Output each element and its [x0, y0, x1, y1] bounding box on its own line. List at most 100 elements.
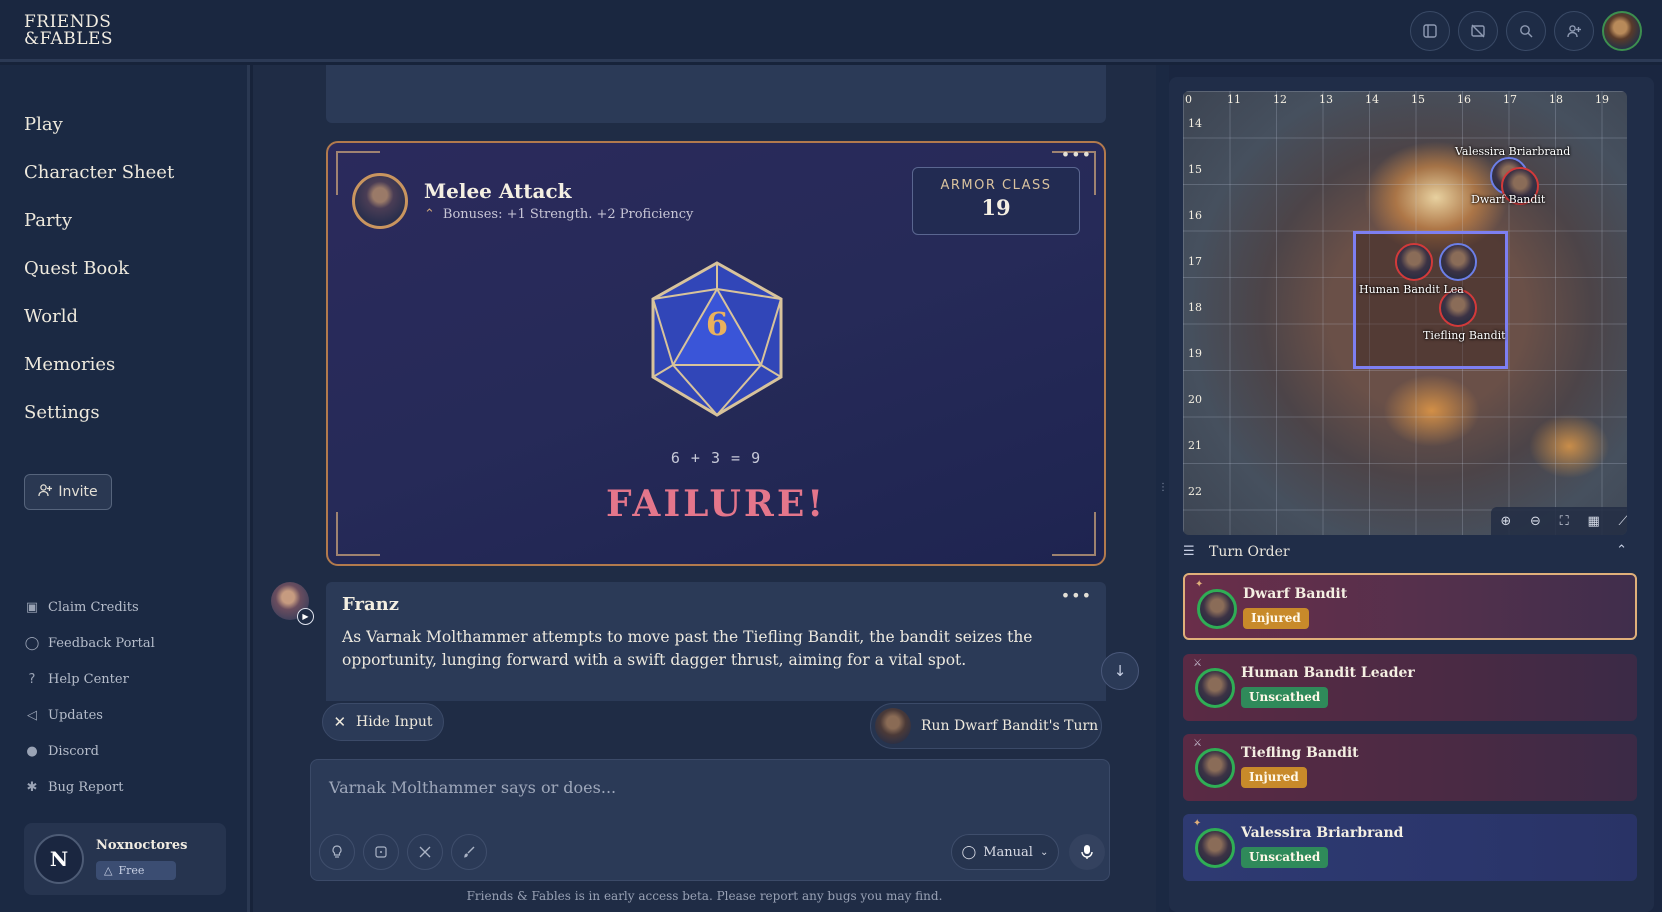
link-claim-credits[interactable]: ▣ Claim Credits — [24, 589, 155, 625]
run-turn-button[interactable]: Run Dwarf Bandit's Turn — [870, 703, 1102, 749]
hide-input-button[interactable]: ✕ Hide Input — [322, 703, 444, 741]
link-bug-report[interactable]: ✱ Bug Report — [24, 769, 155, 805]
link-label: Updates — [48, 707, 103, 723]
turn-order-title: Turn Order — [1209, 544, 1290, 560]
ruler-row: 20 — [1188, 393, 1202, 406]
turn-entry[interactable]: ⚔ Human Bandit Leader Unscathed — [1183, 654, 1637, 721]
secondary-nav: ▣ Claim Credits ◯ Feedback Portal ? Help… — [24, 589, 155, 805]
search-icon[interactable] — [1506, 11, 1546, 51]
nav-item-memories[interactable]: Memories — [24, 353, 174, 401]
nav-item-character-sheet[interactable]: Character Sheet — [24, 161, 174, 209]
grid-icon[interactable]: ▦ — [1587, 514, 1599, 529]
ruler-icon[interactable]: ⟋ — [1619, 514, 1627, 529]
link-feedback-portal[interactable]: ◯ Feedback Portal — [24, 625, 155, 661]
turn-entry[interactable]: ⚔ Tiefling Bandit Injured — [1183, 734, 1637, 801]
paintbrush-icon[interactable] — [451, 834, 487, 870]
scroll-down-button[interactable]: ↓ — [1101, 652, 1139, 690]
double-chevron-up-icon: ⌃ — [424, 207, 435, 222]
turn-avatar — [1195, 748, 1235, 788]
turn-entry[interactable]: ✦ Dwarf Bandit Injured — [1183, 573, 1637, 640]
run-turn-label: Run Dwarf Bandit's Turn — [921, 718, 1099, 734]
ruler-col: 15 — [1411, 93, 1425, 106]
dice-icon[interactable] — [363, 834, 399, 870]
list-icon: ☰ — [1183, 544, 1195, 559]
microphone-button[interactable] — [1069, 834, 1105, 870]
turn-name: Dwarf Bandit — [1243, 586, 1348, 602]
arrow-down-icon: ↓ — [1113, 662, 1127, 680]
link-label: Discord — [48, 743, 99, 759]
input-tools — [319, 834, 487, 870]
bonus-text: Bonuses: +1 Strength. +2 Proficiency — [442, 207, 694, 222]
play-audio-icon[interactable]: ▶ — [297, 608, 314, 625]
token-human-bandit-leader[interactable] — [1395, 243, 1433, 281]
zoom-out-icon[interactable]: ⊖ — [1530, 514, 1541, 529]
token-label-valessira: Valessira Briarbrand — [1455, 145, 1571, 158]
plan-label: Free — [118, 864, 145, 877]
mode-value: Manual — [983, 844, 1033, 860]
link-updates[interactable]: ◁ Updates — [24, 697, 155, 733]
chat-message: Franz ••• As Varnak Molthammer attempts … — [326, 582, 1106, 701]
battle-map[interactable]: 0 11 12 13 14 15 16 17 18 19 14 15 16 17… — [1183, 91, 1627, 535]
lightbulb-icon[interactable] — [319, 834, 355, 870]
microphone-icon — [1081, 845, 1093, 859]
discord-icon: ● — [26, 743, 38, 759]
more-options-icon[interactable]: ••• — [1061, 586, 1092, 605]
nav-item-play[interactable]: Play — [24, 113, 174, 161]
message-author: Franz — [342, 594, 399, 615]
nav-item-party[interactable]: Party — [24, 209, 174, 257]
close-icon: ✕ — [333, 713, 347, 731]
link-help-center[interactable]: ? Help Center — [24, 661, 155, 697]
ruler-row: 19 — [1188, 347, 1202, 360]
status-badge: Injured — [1241, 767, 1307, 788]
turn-entry[interactable]: ✦ Valessira Briarbrand Unscathed — [1183, 814, 1637, 881]
chat-panel: ••• Melee Attack ⌃ Bonuses: +1 Strength.… — [253, 65, 1156, 912]
user-card[interactable]: N Noxnoctores △ Free — [24, 823, 226, 895]
plan-badge: △ Free — [96, 861, 176, 880]
sidebar-toggle-icon[interactable] — [1410, 11, 1450, 51]
add-user-icon[interactable] — [1554, 11, 1594, 51]
image-off-icon[interactable] — [1458, 11, 1498, 51]
ruler-row: 17 — [1188, 255, 1202, 268]
turn-avatar — [1195, 668, 1235, 708]
armor-class-value: 19 — [981, 195, 1011, 220]
question-circle-icon: ? — [28, 671, 36, 687]
nav-item-world[interactable]: World — [24, 305, 174, 353]
character-avatar — [352, 173, 408, 229]
ruler-row: 18 — [1188, 301, 1202, 314]
nav-item-settings[interactable]: Settings — [24, 401, 174, 449]
right-panel-card: 0 11 12 13 14 15 16 17 18 19 14 15 16 17… — [1169, 77, 1654, 912]
zoom-in-icon[interactable]: ⊕ — [1500, 514, 1511, 529]
gift-icon: ▣ — [25, 599, 39, 615]
link-discord[interactable]: ● Discord — [24, 733, 155, 769]
ruler-row: 15 — [1188, 163, 1202, 176]
action-input[interactable] — [311, 760, 1109, 830]
profile-avatar[interactable] — [1602, 11, 1642, 51]
megaphone-icon: ◁ — [27, 707, 37, 723]
sidebar: Play Character Sheet Party Quest Book Wo… — [0, 65, 250, 912]
action-input-box: ◯ Manual ⌄ — [310, 759, 1110, 881]
chevron-up-icon[interactable]: ⌃ — [1616, 543, 1627, 558]
user-name: Noxnoctores — [96, 838, 188, 853]
panel-resize-handle[interactable]: ⋮ — [1156, 65, 1169, 912]
turn-order-header[interactable]: ☰ Turn Order ⌃ — [1183, 543, 1627, 565]
app-logo[interactable]: FRIENDS &FABLES — [24, 14, 113, 48]
ruler-col: 12 — [1273, 93, 1287, 106]
sparkle-icon: ✦ — [1195, 579, 1204, 590]
die-value: 6 — [705, 305, 729, 343]
nav-item-quest-book[interactable]: Quest Book — [24, 257, 174, 305]
turn-avatar — [1197, 589, 1237, 629]
add-user-icon — [38, 483, 53, 501]
more-options-icon[interactable]: ••• — [1061, 145, 1092, 164]
main-nav: Play Character Sheet Party Quest Book Wo… — [24, 113, 174, 449]
roll-bonuses: ⌃ Bonuses: +1 Strength. +2 Proficiency — [424, 207, 693, 222]
ruler-col: 13 — [1319, 93, 1333, 106]
invite-button[interactable]: Invite — [24, 474, 112, 510]
bug-icon: ✱ — [26, 779, 38, 795]
crossed-swords-icon[interactable] — [407, 834, 443, 870]
user-avatar: N — [34, 834, 84, 884]
fit-screen-icon[interactable]: ⛶ — [1560, 514, 1569, 529]
ruler-row: 22 — [1188, 485, 1202, 498]
roll-equation: 6 + 3 = 9 — [670, 449, 762, 467]
mode-select[interactable]: ◯ Manual ⌄ — [951, 834, 1059, 870]
token-varnak[interactable] — [1439, 243, 1477, 281]
